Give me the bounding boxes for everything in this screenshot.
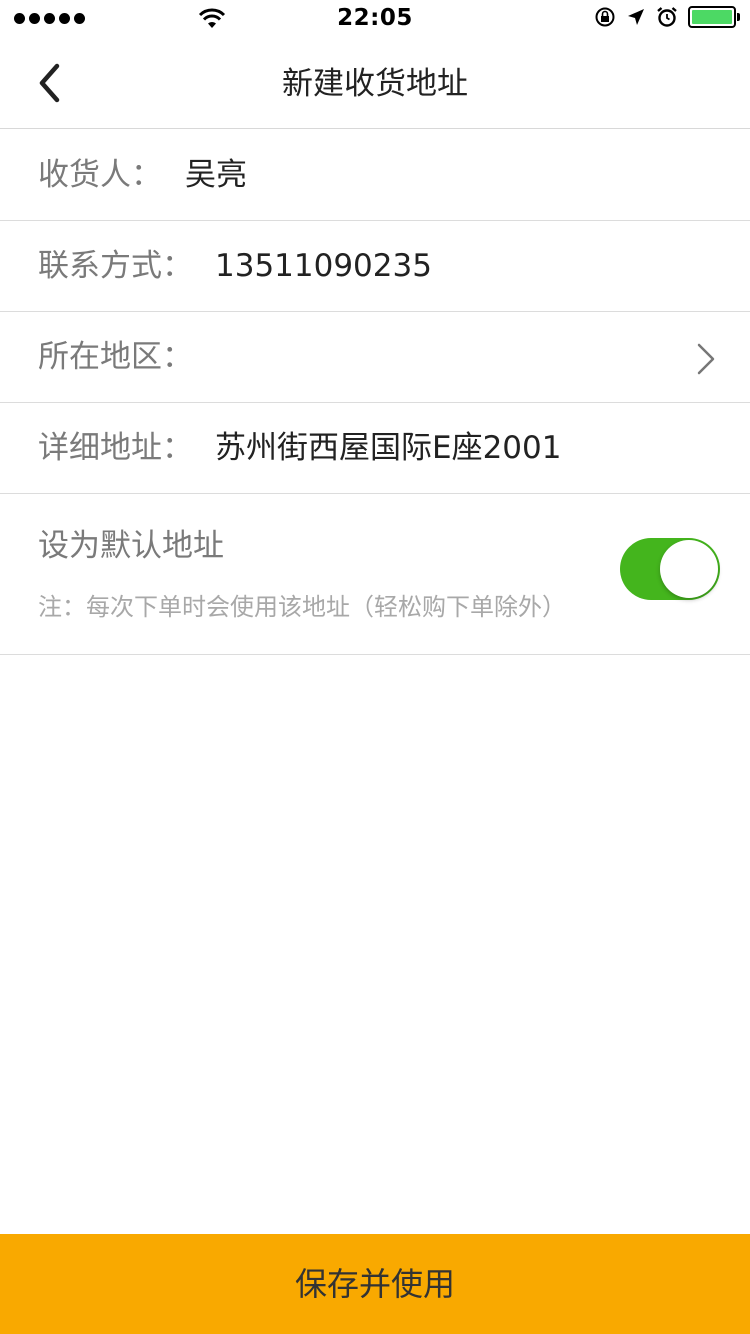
address-input[interactable]: 苏州街西屋国际E座2001 bbox=[215, 403, 561, 493]
location-arrow-icon bbox=[628, 9, 644, 25]
screen: 22:05 新建收货地址 收货人： 吴亮 联系方式： 13511090235 所… bbox=[0, 0, 750, 1334]
receiver-row[interactable]: 收货人： 吴亮 bbox=[0, 130, 750, 221]
contact-input[interactable]: 13511090235 bbox=[215, 221, 432, 311]
contact-row[interactable]: 联系方式： 13511090235 bbox=[0, 221, 750, 312]
nav-bar: 新建收货地址 bbox=[0, 40, 750, 129]
battery-icon bbox=[688, 6, 740, 28]
default-address-toggle[interactable] bbox=[620, 538, 720, 600]
address-label: 详细地址： bbox=[38, 430, 193, 466]
receiver-label: 收货人： bbox=[38, 157, 162, 193]
region-row[interactable]: 所在地区： bbox=[0, 312, 750, 403]
save-and-use-button[interactable]: 保存并使用 bbox=[0, 1234, 750, 1334]
region-label: 所在地区： bbox=[38, 339, 193, 375]
status-icons bbox=[594, 6, 740, 28]
address-row[interactable]: 详细地址： 苏州街西屋国际E座2001 bbox=[0, 403, 750, 494]
default-address-note: 注：每次下单时会使用该地址（轻松购下单除外） bbox=[38, 593, 566, 621]
rotation-lock-icon bbox=[595, 7, 615, 27]
alarm-icon bbox=[657, 7, 677, 27]
page-title: 新建收货地址 bbox=[282, 66, 468, 102]
status-bar: 22:05 bbox=[0, 0, 750, 40]
toggle-knob bbox=[660, 540, 718, 598]
receiver-input[interactable]: 吴亮 bbox=[185, 130, 247, 220]
contact-label: 联系方式： bbox=[38, 248, 193, 284]
chevron-right-icon bbox=[697, 343, 715, 375]
default-address-label: 设为默认地址 bbox=[38, 528, 224, 564]
